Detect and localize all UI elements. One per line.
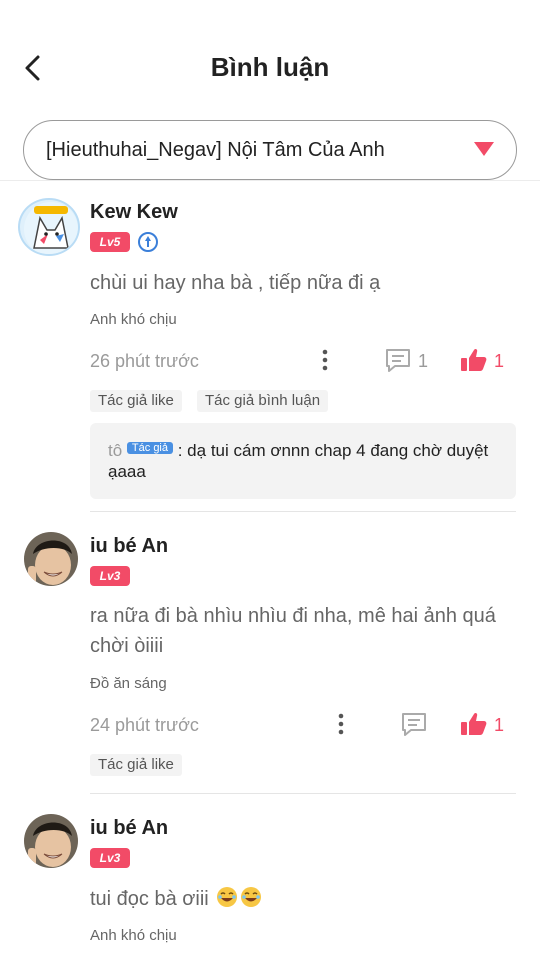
commenter-name[interactable]: Kew Kew xyxy=(90,201,178,224)
avatar-person-icon xyxy=(24,814,78,868)
divider xyxy=(90,511,516,512)
comment-subtitle: Anh khó chịu xyxy=(90,927,177,944)
vip-medal-icon xyxy=(138,232,158,252)
comment-icon xyxy=(402,713,426,736)
thumbs-up-icon xyxy=(461,348,487,371)
comment-text: tui đọc bà ơiii xyxy=(90,884,520,914)
header: Bình luận xyxy=(0,0,540,110)
level-badge: Lv5 xyxy=(90,232,130,252)
comment-time: 24 phút trước xyxy=(90,715,199,735)
more-options-button[interactable] xyxy=(319,348,331,372)
author-reply[interactable]: tô Tác giả : dạ tui cám ơnnn chap 4 đang… xyxy=(90,423,516,499)
avatar[interactable] xyxy=(24,814,78,868)
divider xyxy=(90,793,516,794)
chapter-selector[interactable]: [Hieuthuhai_Negav] Nội Tâm Của Anh xyxy=(23,120,517,180)
comment-text-content: tui đọc bà ơiii xyxy=(90,888,209,910)
comment-icon xyxy=(386,349,410,372)
more-vertical-icon xyxy=(338,713,344,735)
page-title: Bình luận xyxy=(210,52,330,82)
reply-button[interactable] xyxy=(384,347,412,373)
commenter-name[interactable]: iu bé An xyxy=(90,817,168,840)
thumbs-up-icon xyxy=(461,712,487,735)
avatar-person-icon xyxy=(24,532,78,586)
like-button[interactable] xyxy=(460,711,488,737)
avatar-cat-icon xyxy=(24,202,78,254)
laughing-emoji-icon xyxy=(241,887,262,907)
like-count: 1 xyxy=(494,715,505,735)
comment-subtitle: Anh khó chịu xyxy=(90,311,177,328)
tag-author-like: Tác giả like xyxy=(90,390,182,412)
chapter-selector-value: [Hieuthuhai_Negav] Nội Tâm Của Anh xyxy=(46,138,385,161)
more-vertical-icon xyxy=(322,349,328,371)
level-badge: Lv3 xyxy=(90,566,130,586)
avatar[interactable] xyxy=(24,532,78,586)
more-options-button[interactable] xyxy=(335,712,347,736)
author-chip: Tác giả xyxy=(126,442,173,454)
comment-time: 26 phút trước xyxy=(90,351,199,371)
comment-text: chùi ui hay nha bà , tiếp nữa đi ạ xyxy=(90,272,381,294)
tag-author-like: Tác giả like xyxy=(90,754,182,776)
laughing-emoji-icon xyxy=(217,887,238,907)
like-button[interactable] xyxy=(460,347,488,373)
caret-down-icon[interactable] xyxy=(474,142,494,156)
like-count: 1 xyxy=(494,351,505,371)
comment-text: ra nữa đi bà nhìu nhìu đi nha, mê hai ản… xyxy=(90,605,496,657)
reply-button[interactable] xyxy=(400,711,428,737)
commenter-name[interactable]: iu bé An xyxy=(90,535,168,558)
divider xyxy=(0,180,540,181)
avatar[interactable] xyxy=(18,198,80,256)
comment-subtitle: Đồ ăn sáng xyxy=(90,675,167,692)
tag-author-comment: Tác giả bình luận xyxy=(197,390,329,412)
reply-count: 1 xyxy=(418,351,429,371)
level-badge: Lv3 xyxy=(90,848,130,868)
reply-prefix: tô xyxy=(108,441,123,460)
